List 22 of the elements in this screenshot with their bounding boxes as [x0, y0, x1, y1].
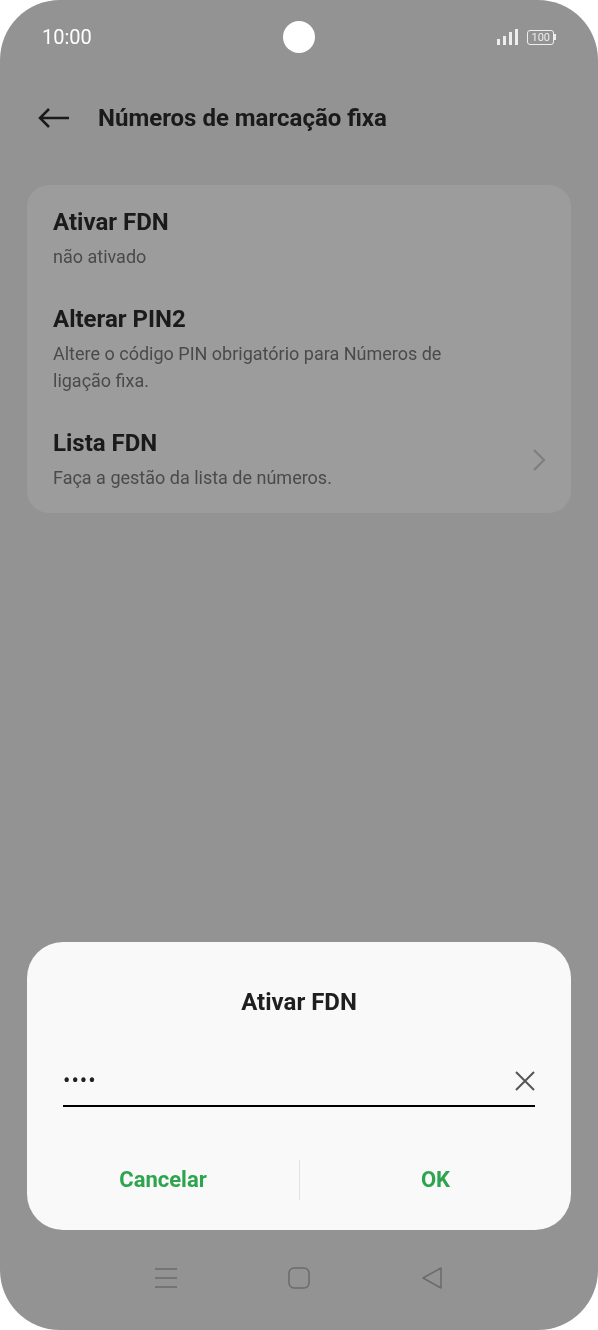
page-title: Números de marcação fixa — [98, 103, 387, 134]
clear-icon[interactable] — [515, 1070, 535, 1091]
settings-item[interactable]: Lista FDN Faça a gestão da lista de números. — [53, 428, 545, 491]
battery-icon: 100 — [527, 29, 556, 45]
dialog-title: Ativar FDN — [241, 987, 357, 1018]
back-icon[interactable] — [420, 1267, 443, 1289]
camera-cutout — [283, 21, 315, 53]
menu-icon[interactable] — [155, 1268, 178, 1288]
pin-value: •••• — [63, 1068, 97, 1093]
back-arrow-icon[interactable] — [38, 108, 70, 128]
item-subtitle: não ativado — [53, 245, 148, 269]
settings-item[interactable]: Alterar PIN2 Altere o código PIN obrigatório para Números de ligação fixa. — [53, 304, 545, 394]
settings-item[interactable]: Ativar FDN não ativado — [53, 207, 545, 270]
status-time: 10:00 — [42, 24, 93, 51]
item-subtitle: Faça a gestão da lista de números. — [53, 466, 333, 490]
pin-field[interactable]: •••• — [63, 1064, 535, 1107]
item-title: Lista FDN — [53, 428, 159, 458]
item-subtitle: Altere o código PIN obrigatório para Números de ligação fixa. — [53, 342, 443, 393]
signal-icon — [497, 29, 520, 45]
home-icon[interactable] — [288, 1267, 310, 1289]
item-title: Alterar PIN2 — [53, 304, 187, 334]
item-title: Ativar FDN — [53, 207, 170, 237]
